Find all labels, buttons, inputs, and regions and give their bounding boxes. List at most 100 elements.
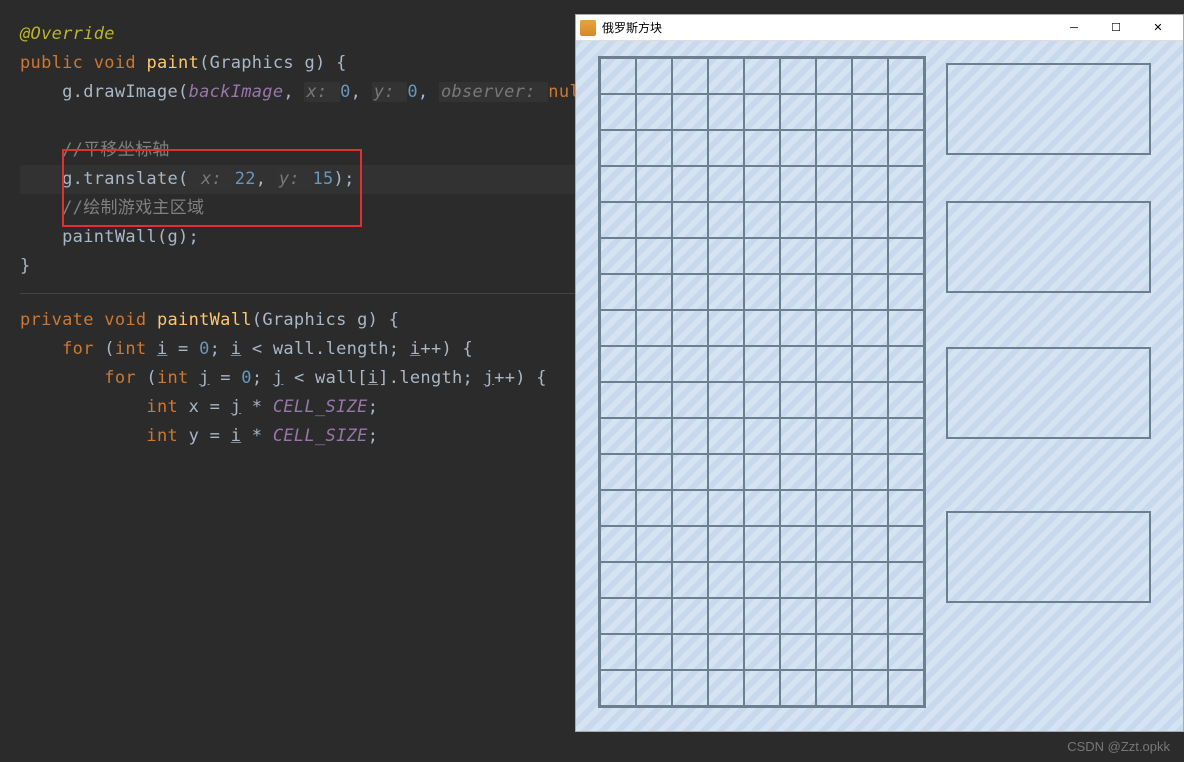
grid-cell (816, 598, 852, 634)
grid-cell (708, 418, 744, 454)
grid-cell (744, 310, 780, 346)
grid-cell (780, 202, 816, 238)
grid-cell (852, 94, 888, 130)
code-line[interactable] (20, 107, 575, 136)
grid-cell (672, 526, 708, 562)
grid-cell (600, 202, 636, 238)
grid-cell (672, 130, 708, 166)
grid-cell (708, 382, 744, 418)
close-button[interactable]: ✕ (1137, 15, 1179, 41)
grid-cell (636, 598, 672, 634)
grid-cell (636, 670, 672, 706)
code-editor[interactable]: @Overridepublic void paint(Graphics g) {… (0, 0, 575, 762)
grid-cell (816, 670, 852, 706)
code-line[interactable]: int y = i * CELL_SIZE; (20, 422, 575, 451)
maximize-button[interactable]: ☐ (1095, 15, 1137, 41)
grid-cell (708, 598, 744, 634)
code-line[interactable]: int x = j * CELL_SIZE; (20, 393, 575, 422)
grid-cell (816, 310, 852, 346)
window-controls: ─ ☐ ✕ (1053, 15, 1179, 41)
grid-cell (672, 94, 708, 130)
code-line[interactable]: //平移坐标轴 (20, 136, 575, 165)
grid-cell (816, 238, 852, 274)
code-line[interactable]: for (int i = 0; i < wall.length; i++) { (20, 335, 575, 364)
grid-cell (600, 454, 636, 490)
grid-cell (744, 526, 780, 562)
grid-cell (672, 58, 708, 94)
grid-cell (816, 202, 852, 238)
grid-cell (636, 94, 672, 130)
grid-cell (816, 490, 852, 526)
grid-cell (852, 310, 888, 346)
grid-cell (708, 490, 744, 526)
grid-cell (744, 94, 780, 130)
grid-cell (600, 526, 636, 562)
grid-cell (780, 562, 816, 598)
grid-cell (816, 634, 852, 670)
grid-cell (708, 670, 744, 706)
grid-cell (636, 238, 672, 274)
grid-cell (672, 238, 708, 274)
grid-cell (744, 454, 780, 490)
grid-cell (672, 562, 708, 598)
grid-cell (888, 58, 924, 94)
grid-cell (744, 166, 780, 202)
grid-cell (888, 166, 924, 202)
minimize-button[interactable]: ─ (1053, 15, 1095, 41)
grid-cell (744, 202, 780, 238)
grid-cell (672, 634, 708, 670)
grid-cell (600, 490, 636, 526)
code-line[interactable]: } (20, 252, 575, 281)
grid-cell (780, 346, 816, 382)
grid-cell (708, 274, 744, 310)
grid-cell (888, 634, 924, 670)
java-icon (580, 20, 596, 36)
grid-cell (780, 598, 816, 634)
window-titlebar[interactable]: 俄罗斯方块 ─ ☐ ✕ (576, 15, 1183, 41)
grid-cell (852, 418, 888, 454)
code-line[interactable]: public void paint(Graphics g) { (20, 49, 575, 78)
grid-cell (600, 598, 636, 634)
grid-cell (780, 130, 816, 166)
code-line[interactable]: private void paintWall(Graphics g) { (20, 306, 575, 335)
grid-cell (636, 274, 672, 310)
grid-cell (816, 346, 852, 382)
grid-cell (888, 346, 924, 382)
grid-cell (636, 202, 672, 238)
code-line[interactable]: //绘制游戏主区域 (20, 194, 575, 223)
grid-cell (852, 526, 888, 562)
grid-cell (744, 346, 780, 382)
code-line[interactable]: g.translate( x: 22, y: 15); (20, 165, 575, 194)
grid-cell (636, 418, 672, 454)
grid-cell (708, 202, 744, 238)
code-line[interactable]: g.drawImage(backImage, x: 0, y: 0, obser… (20, 78, 575, 107)
grid-cell (816, 562, 852, 598)
grid-cell (852, 598, 888, 634)
code-line[interactable]: paintWall(g); (20, 223, 575, 252)
grid-cell (600, 274, 636, 310)
grid-cell (708, 454, 744, 490)
grid-cell (708, 310, 744, 346)
grid-cell (708, 166, 744, 202)
grid-cell (744, 418, 780, 454)
grid-cell (888, 490, 924, 526)
grid-cell (816, 526, 852, 562)
grid-cell (636, 382, 672, 418)
code-line[interactable]: for (int j = 0; j < wall[i].length; j++)… (20, 364, 575, 393)
grid-cell (888, 526, 924, 562)
grid-cell (636, 634, 672, 670)
grid-cell (672, 490, 708, 526)
grid-cell (708, 130, 744, 166)
grid-cell (852, 490, 888, 526)
grid-cell (636, 346, 672, 382)
grid-cell (888, 562, 924, 598)
grid-cell (636, 130, 672, 166)
grid-cell (600, 130, 636, 166)
grid-cell (852, 202, 888, 238)
grid-cell (636, 490, 672, 526)
grid-cell (852, 346, 888, 382)
grid-cell (852, 670, 888, 706)
code-line[interactable]: @Override (20, 20, 575, 49)
grid-cell (888, 382, 924, 418)
grid-cell (708, 346, 744, 382)
